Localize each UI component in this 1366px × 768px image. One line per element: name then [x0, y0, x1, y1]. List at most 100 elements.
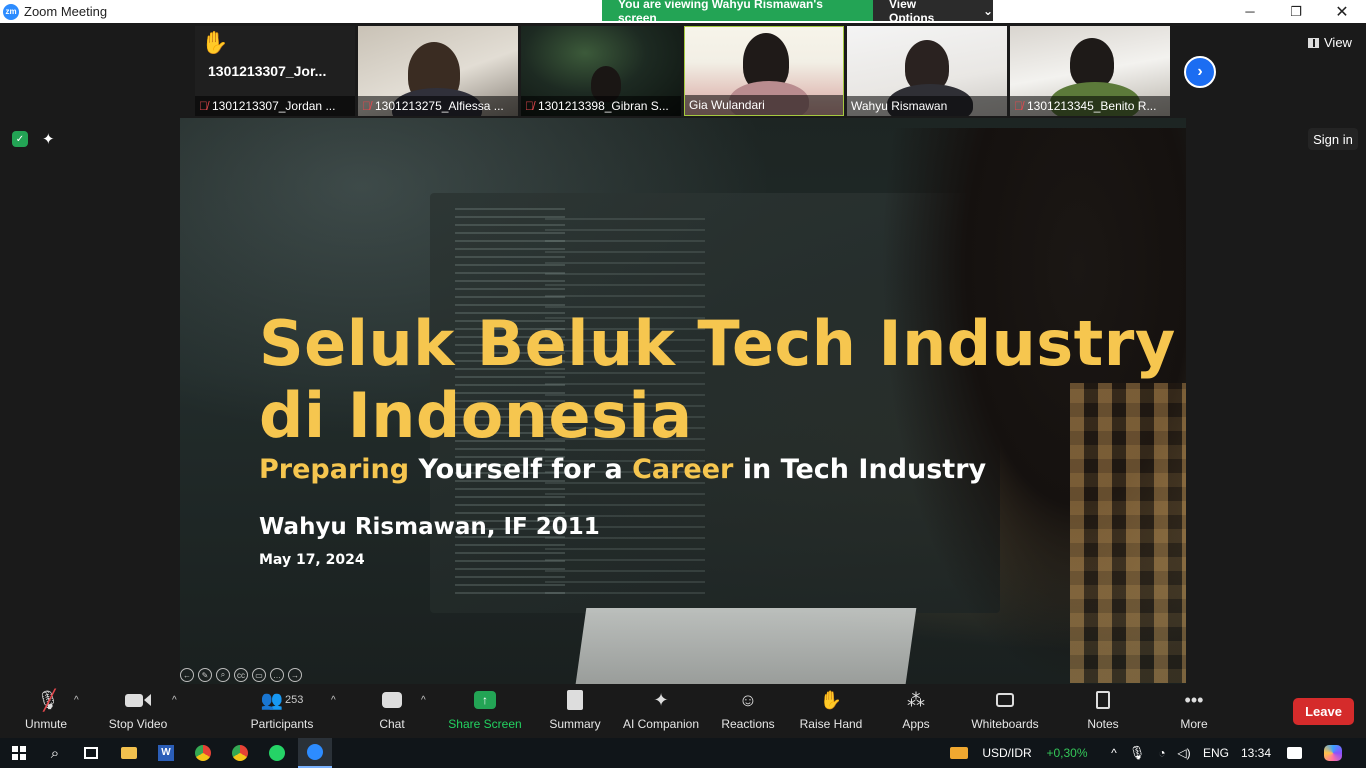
smiley-icon: ☺	[738, 689, 758, 710]
chat-label: Chat	[379, 717, 405, 731]
slide-subtitle: Preparing Yourself for a Career in Tech …	[259, 454, 986, 485]
view-options-label: View Options	[889, 0, 935, 25]
word-icon[interactable]: W	[151, 738, 181, 768]
participant-name-bar: 🎙̸ 1301213345_Benito R...	[1010, 96, 1170, 116]
title-bar: zm Zoom Meeting You are viewing Wahyu Ri…	[0, 0, 1366, 25]
chat-options-caret-icon[interactable]: ^	[421, 695, 426, 706]
restore-button[interactable]: ❐	[1273, 0, 1319, 23]
ai-companion-sparkle-icon[interactable]: ✦	[42, 130, 55, 148]
whiteboards-label: Whiteboards	[971, 717, 1039, 731]
summary-label: Summary	[549, 717, 601, 731]
forward-arrow-icon[interactable]: →	[288, 668, 302, 682]
participant-tile[interactable]: ✋ 1301213307_Jor... 🎙̸ 1301213307_Jordan …	[195, 26, 355, 116]
raise-hand-label: Raise Hand	[799, 717, 863, 731]
sign-in-button[interactable]: Sign in	[1308, 128, 1358, 150]
participant-name-bar: 🎙̸ 1301213275_Alfiessa ...	[358, 96, 518, 116]
whatsapp-icon[interactable]	[262, 738, 292, 768]
reactions-label: Reactions	[721, 717, 775, 731]
close-window-button[interactable]: ✕	[1319, 0, 1365, 23]
meeting-toolbar: 🎙 ╱ Unmute ^ Stop Video ^ 👥 253 Participan…	[0, 685, 1366, 738]
currency-pair[interactable]: USD/IDR	[978, 738, 1036, 768]
participant-name: 1301213398_Gibran S...	[538, 99, 669, 113]
participant-tile[interactable]: Wahyu Rismawan	[847, 26, 1007, 116]
clock[interactable]: 13:34	[1236, 738, 1276, 768]
participant-tile[interactable]: 🎙̸ 1301213345_Benito R...	[1010, 26, 1170, 116]
video-icon[interactable]: ▭	[252, 668, 266, 682]
slide-subtitle-highlight: Preparing	[259, 454, 410, 485]
view-options-button[interactable]: View Options ⌄	[873, 0, 993, 25]
copilot-icon[interactable]	[1320, 738, 1346, 768]
participant-name: 1301213307_Jordan ...	[212, 99, 336, 113]
reactions-button[interactable]: ☺ Reactions	[718, 685, 778, 738]
zoom-icon[interactable]: ⌕	[216, 668, 230, 682]
more-dots-icon[interactable]: …	[270, 668, 284, 682]
slide-title-line: di Indonesia	[259, 379, 693, 452]
view-layout-label: View	[1324, 35, 1352, 50]
more-label: More	[1180, 717, 1208, 731]
mic-muted-icon: 🎙̸	[525, 99, 534, 113]
video-options-caret-icon[interactable]: ^	[172, 695, 177, 706]
tray-chevron-up-icon[interactable]: ^	[1104, 738, 1124, 768]
participant-name-bar: Gia Wulandari	[685, 95, 843, 115]
unmute-button[interactable]: 🎙 ╱ Unmute	[20, 685, 72, 738]
captions-icon[interactable]: cc	[234, 668, 248, 682]
leave-button[interactable]: Leave	[1293, 698, 1354, 725]
hand-icon: ✋	[819, 689, 843, 710]
participants-options-caret-icon[interactable]: ^	[331, 695, 336, 706]
security-shield-icon[interactable]: ✓	[12, 131, 28, 147]
notifications-icon[interactable]	[1282, 738, 1306, 768]
ai-companion-button[interactable]: ✦ AI Companion	[620, 685, 702, 738]
task-view-icon[interactable]	[76, 738, 106, 768]
chrome-icon[interactable]	[188, 738, 218, 768]
participant-tile[interactable]: 🎙̸ 1301213398_Gibran S...	[521, 26, 681, 116]
notes-button[interactable]: Notes	[1084, 685, 1122, 738]
video-camera-icon	[125, 685, 151, 715]
participant-tile-active-speaker[interactable]: Gia Wulandari	[684, 26, 844, 116]
next-page-arrow-icon[interactable]: ›	[1184, 56, 1216, 88]
apps-button[interactable]: ⁂ Apps	[898, 685, 934, 738]
summary-button[interactable]: Summary	[545, 685, 605, 738]
video-gallery-strip: ✋ 1301213307_Jor... 🎙̸ 1301213307_Jordan …	[195, 26, 1170, 116]
share-screen-label: Share Screen	[448, 717, 522, 731]
back-arrow-icon[interactable]: ←	[180, 668, 194, 682]
microphone-icon[interactable]: 🎙	[1128, 738, 1146, 768]
share-screen-icon: ↑	[474, 685, 496, 715]
apps-icon: ⁂	[907, 689, 925, 710]
minimize-button[interactable]: ─	[1227, 0, 1273, 23]
ai-companion-label: AI Companion	[622, 717, 700, 731]
slide-date: May 17, 2024	[259, 552, 365, 568]
whiteboards-button[interactable]: Whiteboards	[968, 685, 1042, 738]
participant-tile[interactable]: 🎙̸ 1301213275_Alfiessa ...	[358, 26, 518, 116]
notes-label: Notes	[1087, 717, 1119, 731]
whiteboard-icon	[996, 685, 1014, 715]
more-button[interactable]: ••• More	[1176, 685, 1212, 738]
search-icon[interactable]: ⌕	[40, 738, 70, 768]
share-screen-button[interactable]: ↑ Share Screen	[447, 685, 523, 738]
view-layout-button[interactable]: View	[1308, 35, 1352, 50]
participant-name-bar: Wahyu Rismawan	[847, 96, 1007, 116]
stop-video-button[interactable]: Stop Video	[105, 685, 171, 738]
stop-video-label: Stop Video	[108, 717, 168, 731]
file-explorer-icon[interactable]	[114, 738, 144, 768]
currency-widget-icon[interactable]	[946, 738, 972, 768]
participants-button[interactable]: 👥 253 Participants	[249, 685, 315, 738]
participant-name: Gia Wulandari	[689, 98, 765, 112]
people-icon: 👥	[260, 689, 284, 710]
pen-icon[interactable]: ✎	[198, 668, 212, 682]
currency-change[interactable]: +0,30%	[1040, 738, 1094, 768]
chrome-icon[interactable]	[225, 738, 255, 768]
audio-options-caret-icon[interactable]: ^	[74, 695, 79, 706]
raise-hand-button[interactable]: ✋ Raise Hand	[798, 685, 864, 738]
wifi-icon[interactable]: ◔	[1152, 738, 1172, 768]
summary-doc-icon	[567, 685, 583, 715]
zoom-taskbar-icon[interactable]	[298, 738, 332, 768]
windows-logo-icon	[12, 746, 26, 760]
slide-title: Seluk Beluk Tech Industry di Indonesia	[259, 308, 1176, 452]
speaker-icon[interactable]: ◁)	[1174, 738, 1194, 768]
chat-button[interactable]: Chat	[374, 685, 410, 738]
start-button[interactable]	[4, 738, 34, 768]
grid-view-icon	[1308, 37, 1319, 48]
participant-name-bar: 🎙̸ 1301213398_Gibran S...	[521, 96, 681, 116]
input-language[interactable]: ENG	[1200, 738, 1232, 768]
participant-name: 1301213275_Alfiessa ...	[375, 99, 504, 113]
